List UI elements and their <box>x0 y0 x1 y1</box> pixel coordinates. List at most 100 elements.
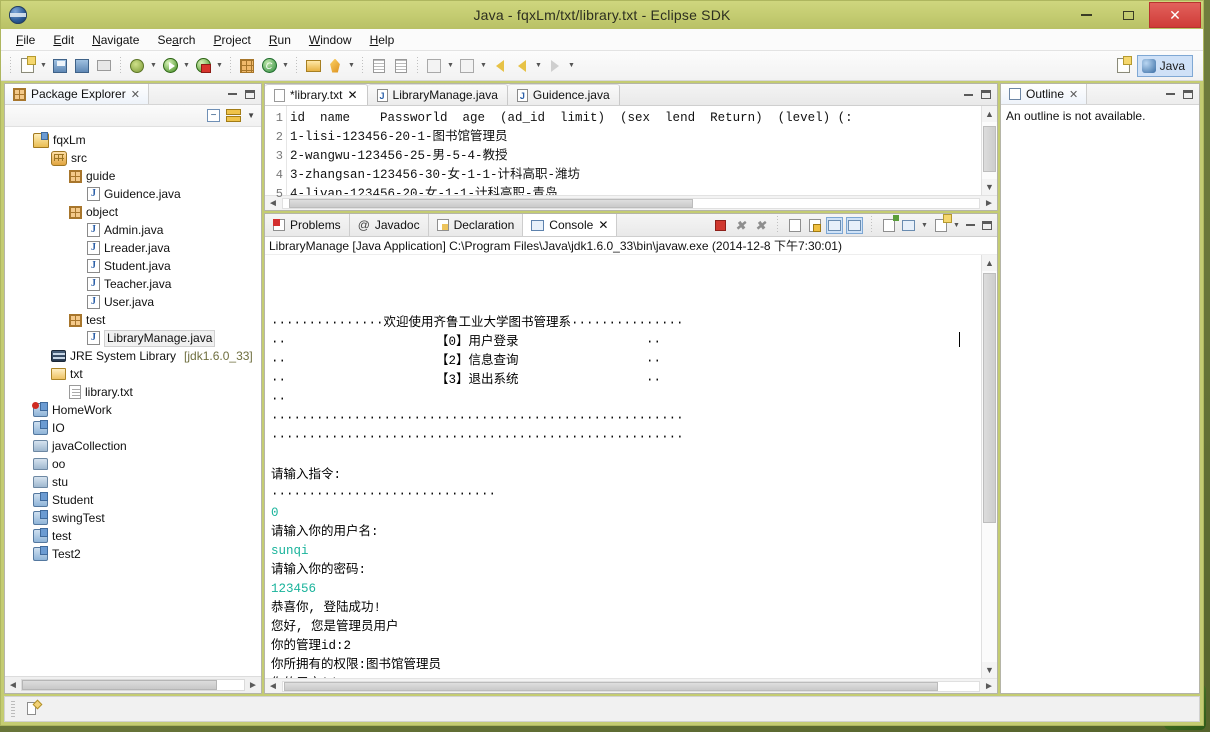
tree-item-admin-java[interactable]: Admin.java <box>5 221 261 239</box>
minimize-console-icon[interactable] <box>964 219 977 232</box>
tree-item-library-txt[interactable]: library.txt <box>5 383 261 401</box>
scroll-left-icon[interactable]: ◄ <box>265 681 281 692</box>
open-console-dropdown-icon[interactable]: ▼ <box>952 222 961 229</box>
menu-search[interactable]: Search <box>148 31 204 49</box>
editor-vscroll-track[interactable] <box>982 122 997 179</box>
new-java-package-icon[interactable] <box>236 55 258 77</box>
scroll-up-icon[interactable]: ▲ <box>982 106 997 122</box>
run-dropdown-icon[interactable]: ▼ <box>181 55 192 77</box>
close-icon[interactable]: ✕ <box>347 88 357 102</box>
open-type-icon[interactable] <box>302 55 324 77</box>
menu-help[interactable]: Help <box>361 31 404 49</box>
console-vscroll-track[interactable] <box>982 271 997 662</box>
menu-window[interactable]: Window <box>300 31 361 49</box>
tree-item-object[interactable]: object <box>5 203 261 221</box>
back-dropdown-icon[interactable]: ▼ <box>533 55 544 77</box>
scroll-right-icon[interactable]: ► <box>245 680 261 691</box>
new-java-class-icon[interactable]: C <box>258 55 280 77</box>
tab-javadoc[interactable]: @ Javadoc <box>350 214 429 236</box>
tree-item-test2[interactable]: Test2 <box>5 545 261 563</box>
open-perspective-icon[interactable] <box>1113 55 1135 77</box>
save-icon[interactable] <box>49 55 71 77</box>
tree-item-homework[interactable]: HomeWork <box>5 401 261 419</box>
maximize-console-icon[interactable] <box>980 219 993 232</box>
minimize-editor-icon[interactable] <box>962 88 975 101</box>
pin-console-button[interactable] <box>880 217 897 234</box>
clear-console-button[interactable] <box>786 217 803 234</box>
console-hscroll-track[interactable] <box>282 680 980 692</box>
editor-tab-guidence-java[interactable]: J Guidence.java <box>507 84 620 105</box>
editor-tab-librarymanage-java[interactable]: J LibraryManage.java <box>367 84 508 105</box>
last-edit-location-icon[interactable] <box>423 55 445 77</box>
editor-hscroll-thumb[interactable] <box>289 198 693 208</box>
editor-vscroll-thumb[interactable] <box>983 126 996 172</box>
close-button[interactable]: ✕ <box>1149 2 1201 28</box>
next-annotation-icon[interactable] <box>368 55 390 77</box>
open-console-button[interactable] <box>932 217 949 234</box>
minimize-outline-icon[interactable] <box>1164 88 1177 101</box>
debug-icon[interactable] <box>126 55 148 77</box>
open-declaration-dropdown-icon[interactable]: ▼ <box>478 55 489 77</box>
scroll-left-icon[interactable]: ◄ <box>5 680 21 691</box>
external-tools-dropdown-icon[interactable]: ▼ <box>214 55 225 77</box>
tab-outline[interactable]: Outline ✕ <box>1001 84 1088 104</box>
package-explorer-hscrollbar[interactable]: ◄ ► <box>5 676 261 693</box>
maximize-outline-icon[interactable] <box>1181 88 1194 101</box>
scroll-up-icon[interactable]: ▲ <box>982 255 997 271</box>
tree-item-test[interactable]: test <box>5 527 261 545</box>
editor-text[interactable]: id name Passworld age (ad_id limit) (sex… <box>287 106 981 195</box>
run-icon[interactable] <box>159 55 181 77</box>
scroll-down-icon[interactable]: ▼ <box>982 179 997 195</box>
maximize-editor-icon[interactable] <box>979 88 992 101</box>
tree-item-student[interactable]: Student <box>5 491 261 509</box>
terminate-button[interactable] <box>712 217 729 234</box>
debug-dropdown-icon[interactable]: ▼ <box>148 55 159 77</box>
search-dropdown-icon[interactable]: ▼ <box>346 55 357 77</box>
scroll-right-icon[interactable]: ► <box>981 198 997 209</box>
console-hscrollbar[interactable]: ◄ ► <box>265 678 997 693</box>
project-tree[interactable]: fqxLm src guide Guidence.java object Admin.ja… <box>5 127 261 676</box>
menu-file[interactable]: File <box>7 31 44 49</box>
close-icon[interactable]: ✕ <box>1069 88 1078 101</box>
link-with-editor-icon[interactable] <box>226 109 242 122</box>
console-output[interactable]: ···············欢迎使用齐鲁工业大学图书管理系··········… <box>265 255 981 678</box>
tree-item-javacollection[interactable]: javaCollection <box>5 437 261 455</box>
search-icon[interactable] <box>324 55 346 77</box>
print-icon[interactable] <box>93 55 115 77</box>
forward-icon[interactable] <box>544 55 566 77</box>
tree-item-jre-system-library[interactable]: JRE System Library [jdk1.6.0_33] <box>5 347 261 365</box>
last-edit-dropdown-icon[interactable]: ▼ <box>445 55 456 77</box>
minimize-button[interactable] <box>1065 2 1107 28</box>
tree-item-guidence-java[interactable]: Guidence.java <box>5 185 261 203</box>
tree-item-oo[interactable]: oo <box>5 455 261 473</box>
tree-item-student-java[interactable]: Student.java <box>5 257 261 275</box>
menu-navigate[interactable]: Navigate <box>83 31 148 49</box>
menu-run[interactable]: Run <box>260 31 300 49</box>
remove-all-terminated-button[interactable]: ✖ <box>752 217 769 234</box>
show-console-on-error-button[interactable] <box>846 216 863 234</box>
close-icon[interactable]: ✕ <box>131 88 140 101</box>
hscroll-thumb[interactable] <box>22 680 218 690</box>
previous-annotation-icon[interactable] <box>390 55 412 77</box>
tree-item-librarymanage-java[interactable]: LibraryManage.java <box>5 329 261 347</box>
close-icon[interactable]: ✕ <box>598 218 608 232</box>
menu-edit[interactable]: Edit <box>44 31 83 49</box>
editor-hscroll-track[interactable] <box>282 197 980 209</box>
tab-package-explorer[interactable]: Package Explorer ✕ <box>5 84 149 104</box>
menu-project[interactable]: Project <box>204 31 259 49</box>
console-vscrollbar[interactable]: ▲ ▼ <box>981 255 997 678</box>
open-declaration-icon[interactable] <box>456 55 478 77</box>
editor-vscrollbar[interactable]: ▲ ▼ <box>981 106 997 195</box>
tree-item-guide[interactable]: guide <box>5 167 261 185</box>
tree-item-swingtest[interactable]: swingTest <box>5 509 261 527</box>
display-selected-console-button[interactable] <box>900 217 917 234</box>
save-all-icon[interactable] <box>71 55 93 77</box>
hscroll-track[interactable] <box>21 679 245 691</box>
tab-console[interactable]: Console ✕ <box>523 214 618 236</box>
tree-item-io[interactable]: IO <box>5 419 261 437</box>
perspective-tab-java[interactable]: Java <box>1136 54 1193 77</box>
run-external-tools-icon[interactable] <box>192 55 214 77</box>
tree-item-stu[interactable]: stu <box>5 473 261 491</box>
view-menu-icon[interactable]: ▼ <box>247 111 255 120</box>
display-console-dropdown-icon[interactable]: ▼ <box>920 222 929 229</box>
